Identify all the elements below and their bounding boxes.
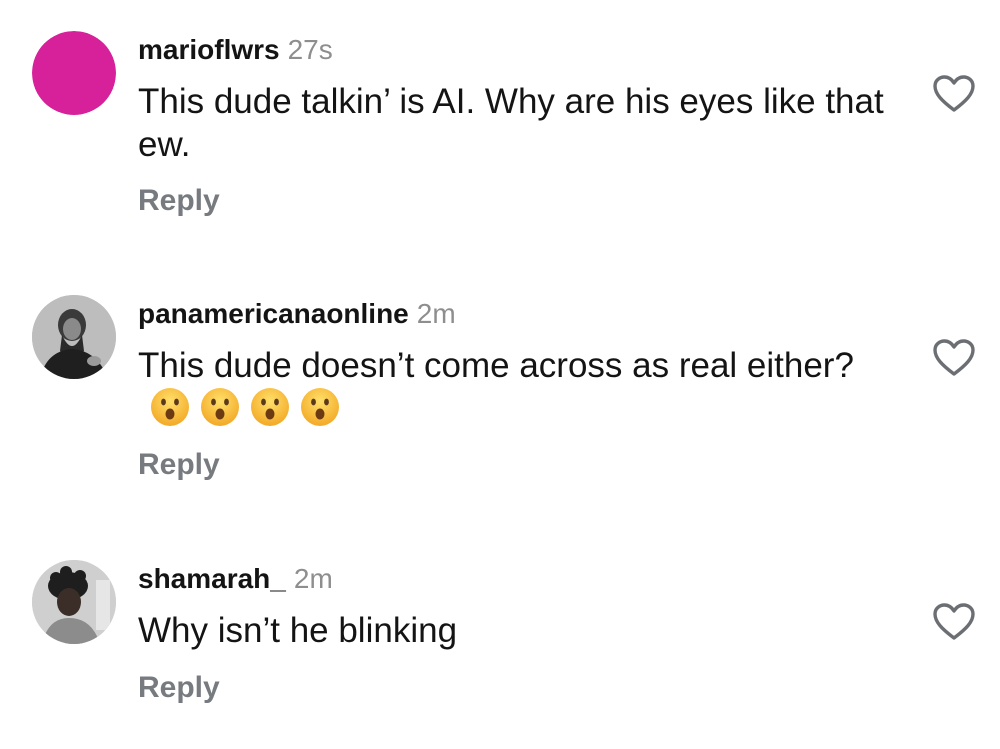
username[interactable]: marioflwrs xyxy=(138,34,280,65)
emoji-group xyxy=(150,387,340,427)
avatar[interactable] xyxy=(32,31,116,115)
heart-outline-icon[interactable] xyxy=(932,74,976,114)
comment-text: Why isn’t he blinking xyxy=(138,611,458,650)
username[interactable]: shamarah_ xyxy=(138,563,286,594)
timestamp: 2m xyxy=(293,563,333,594)
timestamp: 27s xyxy=(287,34,333,65)
heart-outline-icon[interactable] xyxy=(932,338,976,378)
timestamp: 2m xyxy=(416,298,456,329)
reply-button[interactable]: Reply xyxy=(138,671,220,705)
avatar[interactable] xyxy=(32,560,116,644)
comment-header: panamericanaonline 2m xyxy=(138,298,456,330)
comment-text: This dude talkin’ is AI. Why are his eye… xyxy=(138,82,884,164)
face-with-open-mouth-icon xyxy=(250,387,290,427)
username[interactable]: panamericanaonline xyxy=(138,298,409,329)
face-with-open-mouth-icon xyxy=(200,387,240,427)
avatar[interactable] xyxy=(32,295,116,379)
reply-button[interactable]: Reply xyxy=(138,448,220,482)
reply-button[interactable]: Reply xyxy=(138,184,220,218)
comment-text: This dude doesn’t come across as real ei… xyxy=(138,344,898,431)
comment-text-content: This dude doesn’t come across as real ei… xyxy=(138,346,854,385)
comment-header: marioflwrs 27s xyxy=(138,34,333,66)
heart-outline-icon[interactable] xyxy=(932,602,976,642)
comment-header: shamarah_ 2m xyxy=(138,563,333,595)
face-with-open-mouth-icon xyxy=(300,387,340,427)
face-with-open-mouth-icon xyxy=(150,387,190,427)
